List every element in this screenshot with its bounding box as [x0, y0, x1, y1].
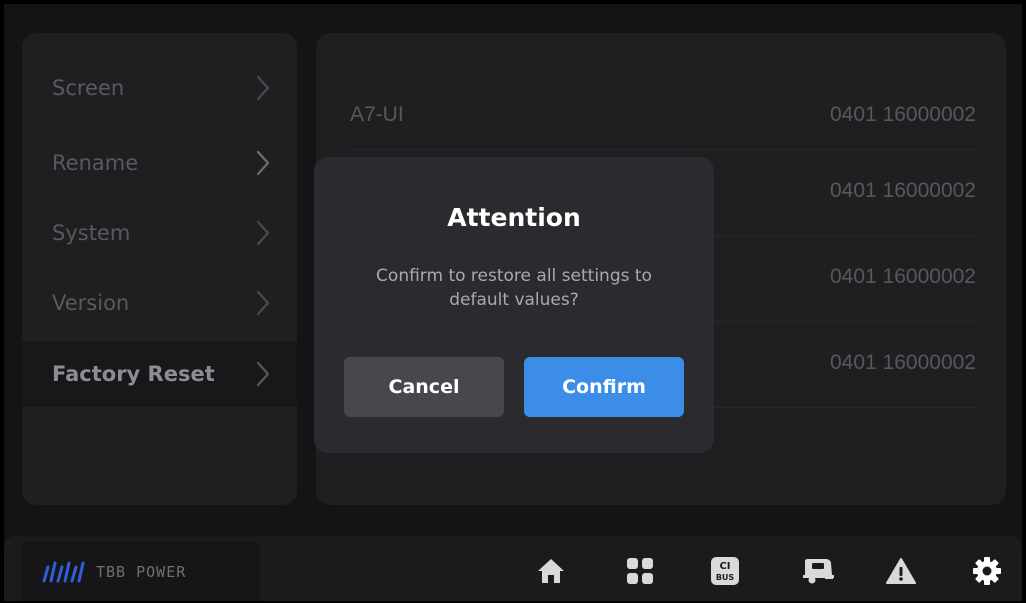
device-serial: 0401 16000002	[830, 103, 976, 126]
confirm-button[interactable]: Confirm	[524, 357, 684, 417]
device-row[interactable]: A7-UI 0401 16000002	[350, 63, 976, 150]
home-icon[interactable]	[534, 554, 568, 588]
dialog-message: Confirm to restore all settings to defau…	[376, 266, 652, 310]
sidebar-item-factory-reset[interactable]: Factory Reset	[22, 341, 297, 407]
bottom-nav-bar: TBB POWER CI BUS	[4, 536, 1022, 601]
cancel-button[interactable]: Cancel	[344, 357, 504, 417]
sidebar-item-label: System	[52, 221, 131, 245]
device-name: A7-UI	[350, 103, 404, 126]
tbb-logo-icon	[42, 561, 85, 582]
sidebar-item-screen[interactable]: Screen	[22, 55, 297, 121]
gear-icon[interactable]	[970, 554, 1004, 588]
dialog-title: Attention	[447, 203, 581, 232]
device-serial: 0401 16000002	[830, 351, 976, 374]
device-serial: 0401 16000002	[830, 265, 976, 288]
screen: Screen Rename System Version Factory Res…	[4, 4, 1022, 601]
sidebar-item-system[interactable]: System	[22, 200, 297, 266]
sidebar-item-rename[interactable]: Rename	[22, 130, 297, 196]
chevron-right-icon	[256, 361, 270, 387]
sidebar-item-label: Factory Reset	[52, 362, 215, 386]
device-serial: 0401 16000002	[830, 179, 976, 202]
brand-logo-text: TBB POWER	[96, 562, 187, 581]
grid-icon[interactable]	[623, 554, 657, 588]
ci-bus-bottom-text: BUS	[716, 573, 735, 582]
chevron-right-icon	[256, 150, 270, 176]
sidebar-item-version[interactable]: Version	[22, 270, 297, 336]
chevron-right-icon	[256, 75, 270, 101]
warning-icon[interactable]	[884, 554, 918, 588]
caravan-icon[interactable]	[801, 554, 835, 588]
ci-bus-top-text: CI	[719, 561, 730, 572]
settings-sidebar: Screen Rename System Version Factory Res…	[22, 33, 297, 505]
brand-logo: TBB POWER	[22, 542, 260, 601]
sidebar-item-label: Version	[52, 291, 130, 315]
factory-reset-dialog: Attention Confirm to restore all setting…	[314, 157, 714, 453]
chevron-right-icon	[256, 290, 270, 316]
ci-bus-icon[interactable]: CI BUS	[708, 554, 742, 588]
sidebar-item-label: Rename	[52, 151, 139, 175]
chevron-right-icon	[256, 220, 270, 246]
sidebar-item-label: Screen	[52, 76, 125, 100]
